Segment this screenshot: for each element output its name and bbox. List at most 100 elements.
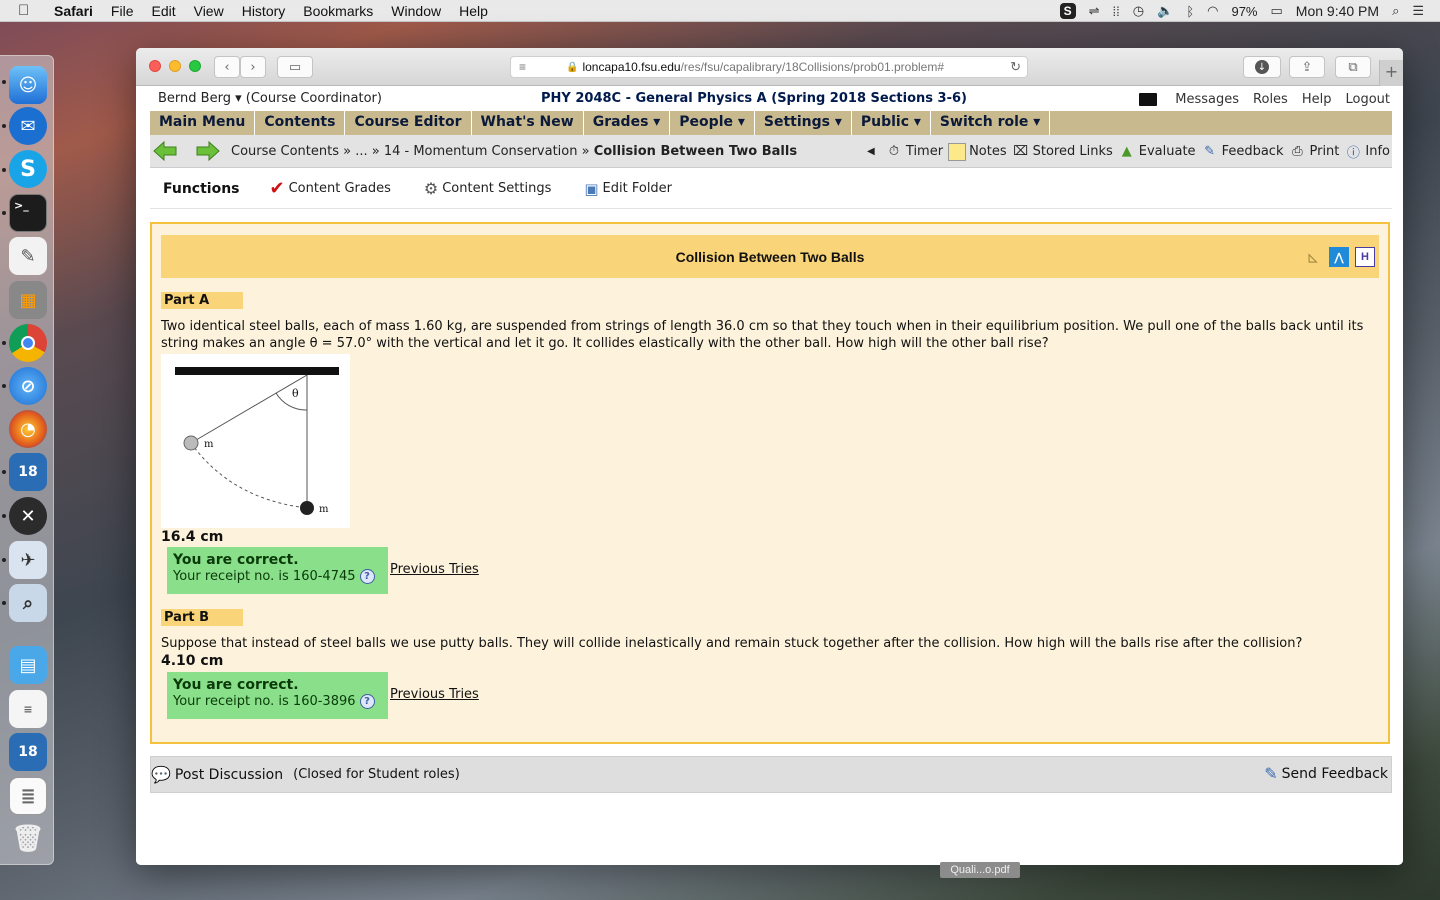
tax-document-icon[interactable]: 18 bbox=[9, 733, 47, 771]
menu-main-menu[interactable]: Main Menu bbox=[150, 111, 256, 135]
textedit-icon[interactable]: ✎ bbox=[9, 237, 47, 275]
menu-course-editor[interactable]: Course Editor bbox=[345, 111, 472, 135]
menubar-clock[interactable]: Mon 9:40 PM bbox=[1296, 3, 1379, 19]
share-button[interactable]: ⇪ bbox=[1289, 56, 1325, 78]
downloads-button[interactable]: ↓ bbox=[1243, 56, 1281, 78]
chrome-icon[interactable] bbox=[9, 324, 47, 362]
time-machine-icon[interactable]: ◷ bbox=[1133, 3, 1144, 19]
stored-links-tool[interactable]: ⌧ Stored Links bbox=[1012, 143, 1113, 161]
timer-tool[interactable]: ⏱ Timer bbox=[885, 143, 943, 161]
menu-edit[interactable]: Edit bbox=[151, 3, 175, 19]
content-settings-link[interactable]: ⚙ Content Settings bbox=[424, 179, 552, 198]
document-thumbnail-icon[interactable]: ≣ bbox=[9, 777, 47, 815]
minimize-window-button[interactable] bbox=[169, 60, 181, 72]
firefox-icon[interactable]: ◔ bbox=[9, 410, 47, 448]
x11-icon[interactable]: ✕ bbox=[9, 497, 47, 535]
monitor-icon[interactable] bbox=[1139, 93, 1158, 106]
menu-contents[interactable]: Contents bbox=[255, 111, 346, 135]
notes-label: Notes bbox=[969, 144, 1007, 159]
nav-tools: ◀ ⏱ Timer Notes ⌧ Stored Links ▲ Evaluate ✎… bbox=[862, 135, 1390, 168]
functions-bar: Functions ✔ Content Grades ⚙ Content Setti… bbox=[150, 169, 1392, 209]
menu-grades[interactable]: Grades ▾ bbox=[584, 111, 671, 135]
menu-file[interactable]: File bbox=[111, 3, 134, 19]
menu-bookmarks[interactable]: Bookmarks bbox=[303, 3, 373, 19]
bluetooth-icon[interactable]: ᛒ bbox=[1186, 4, 1194, 19]
thunderbird-icon[interactable]: ✉ bbox=[9, 107, 47, 145]
reader-view-icon[interactable]: ≡ bbox=[519, 60, 526, 74]
help-question-icon[interactable]: ? bbox=[359, 569, 375, 584]
send-feedback-link[interactable]: ✎ Send Feedback bbox=[1264, 764, 1388, 783]
info-tool[interactable]: ⓘ Info bbox=[1344, 143, 1390, 161]
preview-icon[interactable]: ✈ bbox=[9, 541, 47, 579]
breadcrumb-path[interactable]: Course Contents » ... » 14 - Momentum Co… bbox=[231, 144, 590, 159]
apple-menu-icon[interactable]:  bbox=[18, 2, 40, 19]
help-link[interactable]: Help bbox=[1302, 92, 1332, 107]
menu-window[interactable]: Window bbox=[391, 3, 441, 19]
volume-icon[interactable]: 🔈 bbox=[1157, 3, 1173, 19]
menu-help[interactable]: Help bbox=[459, 3, 488, 19]
skype-status-icon[interactable]: S bbox=[1059, 3, 1076, 19]
help-question-icon[interactable]: ? bbox=[359, 694, 375, 709]
previous-resource-button[interactable] bbox=[152, 141, 178, 161]
menu-whats-new[interactable]: What's New bbox=[472, 111, 584, 135]
content-grades-link[interactable]: ✔ Content Grades bbox=[270, 178, 391, 199]
messages-link[interactable]: Messages bbox=[1175, 92, 1239, 107]
back-button[interactable]: ‹ bbox=[214, 56, 240, 78]
safari-icon[interactable]: ⊘ bbox=[9, 367, 47, 405]
menu-public[interactable]: Public ▾ bbox=[852, 111, 931, 135]
edit-folder-link[interactable]: ▣ Edit Folder bbox=[584, 180, 672, 198]
zoom-window-button[interactable] bbox=[189, 60, 201, 72]
next-resource-button[interactable] bbox=[195, 141, 221, 161]
part-b-status: You are correct. bbox=[173, 677, 299, 693]
tabs-overview-button[interactable]: ⧉ bbox=[1335, 56, 1371, 78]
notification-center-icon[interactable]: ☰ bbox=[1412, 3, 1424, 19]
menu-history[interactable]: History bbox=[242, 3, 286, 19]
finder-icon[interactable]: ☺ bbox=[9, 66, 47, 104]
menu-app-safari[interactable]: Safari bbox=[54, 3, 93, 19]
dock-running-indicator bbox=[2, 558, 6, 562]
feedback-tool[interactable]: ✎ Feedback bbox=[1201, 143, 1283, 161]
roles-link[interactable]: Roles bbox=[1253, 92, 1288, 107]
sidebar-toggle-button[interactable]: ▭ bbox=[277, 56, 313, 78]
reload-icon[interactable]: ↻ bbox=[1010, 59, 1021, 75]
tax-app-icon[interactable]: 18 bbox=[9, 453, 47, 491]
skype-icon[interactable]: S bbox=[9, 150, 47, 188]
notes-tool[interactable]: Notes bbox=[948, 142, 1007, 161]
chart-icon[interactable]: ⋀ bbox=[1329, 247, 1349, 267]
print-tool[interactable]: ⎙ Print bbox=[1288, 143, 1339, 161]
document-stack-icon[interactable]: ≡ bbox=[9, 690, 47, 728]
problem-title: Collision Between Two Balls bbox=[675, 248, 865, 265]
ruler-icon[interactable]: ◺ bbox=[1303, 247, 1323, 267]
new-tab-button[interactable]: + bbox=[1379, 60, 1403, 86]
wifi-icon[interactable]: ◠ bbox=[1207, 3, 1218, 19]
trash-icon[interactable]: 🗑 bbox=[9, 820, 47, 858]
forward-button[interactable]: › bbox=[240, 56, 266, 78]
menu-view[interactable]: View bbox=[194, 3, 224, 19]
user-menu[interactable]: Bernd Berg ▾ bbox=[158, 91, 242, 106]
sync-status-icon[interactable]: ⇌ bbox=[1089, 3, 1100, 19]
battery-icon[interactable]: ▭ bbox=[1271, 3, 1283, 19]
evaluate-tool[interactable]: ▲ Evaluate bbox=[1118, 143, 1196, 161]
downloads-folder-icon[interactable]: ▤ bbox=[9, 646, 47, 684]
spotlight-search-icon[interactable]: ⌕ bbox=[1392, 3, 1399, 19]
battery-percent[interactable]: 97% bbox=[1231, 4, 1257, 19]
part-b-previous-tries-link[interactable]: Previous Tries bbox=[390, 687, 479, 702]
dock-running-indicator bbox=[2, 80, 6, 84]
activity-status-icon[interactable]: ⁞⁞ bbox=[1113, 4, 1120, 19]
sidebar-icon: ▭ bbox=[288, 59, 302, 75]
history-icon[interactable]: H bbox=[1355, 247, 1375, 267]
collapse-tools-icon[interactable]: ◀ bbox=[862, 143, 880, 161]
address-bar[interactable]: ≡ 🔒 loncapa10.fsu.edu /res/fsu/capalibra… bbox=[510, 56, 1028, 78]
desktop-pdf-label[interactable]: Quali...o.pdf bbox=[940, 862, 1020, 878]
menu-switch-role[interactable]: Switch role ▾ bbox=[931, 111, 1051, 135]
close-window-button[interactable] bbox=[149, 60, 161, 72]
menu-settings[interactable]: Settings ▾ bbox=[755, 111, 852, 135]
calculator-icon[interactable]: ▦ bbox=[9, 281, 47, 319]
menu-people[interactable]: People ▾ bbox=[670, 111, 755, 135]
image-capture-icon[interactable]: ⌕ bbox=[9, 584, 47, 622]
terminal-icon[interactable]: >_ bbox=[9, 194, 47, 232]
logout-link[interactable]: Logout bbox=[1345, 92, 1390, 107]
post-discussion-link[interactable]: 💬 Post Discussion bbox=[151, 765, 283, 784]
functions-title: Functions bbox=[163, 180, 240, 197]
part-a-previous-tries-link[interactable]: Previous Tries bbox=[390, 562, 479, 577]
